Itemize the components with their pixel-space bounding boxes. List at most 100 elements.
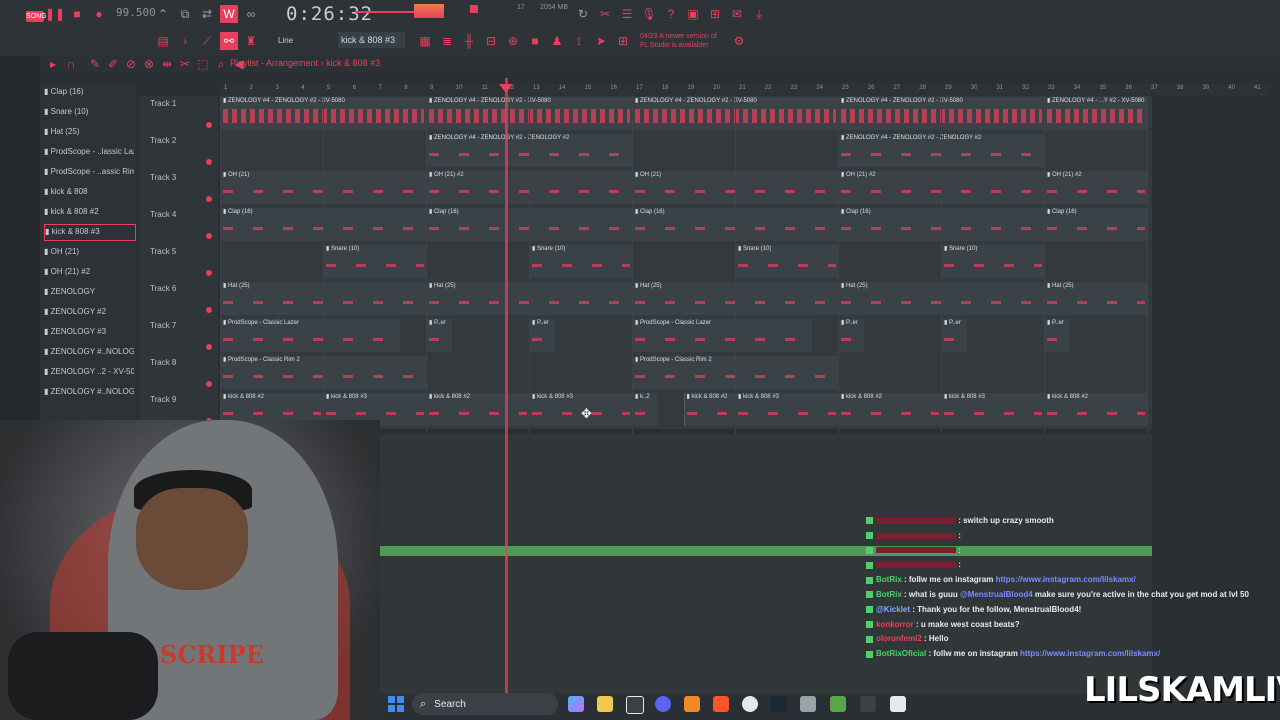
chat-username[interactable]: BotRix	[876, 590, 902, 599]
track-enable-led[interactable]	[206, 344, 212, 350]
mixer-icon[interactable]: ☰	[618, 5, 636, 23]
pattern-clip[interactable]: ▮ ProdScope - Classic Lazer	[632, 319, 813, 352]
chat-link[interactable]: @MenstrualBlood4	[960, 590, 1033, 599]
track-enable-led[interactable]	[206, 381, 212, 387]
picker-item[interactable]: ▮ ZENOLOGY #..NOLOGY #2	[44, 344, 134, 359]
delete-icon[interactable]: ⊘	[122, 55, 140, 73]
track-enable-led[interactable]	[206, 233, 212, 239]
picker-item[interactable]: ▮ kick & 808 #2	[44, 204, 134, 219]
track-enable-led[interactable]	[206, 270, 212, 276]
track-enable-led[interactable]	[206, 307, 212, 313]
pattern-clip[interactable]: ▮ kick & 808 #2	[426, 393, 529, 426]
chat-icon[interactable]: ✉	[728, 5, 746, 23]
fl-studio-icon[interactable]	[684, 696, 700, 712]
picker-item[interactable]: ▮ ProdScope - ..lassic Lazer	[44, 144, 134, 159]
snap-mode-label[interactable]: Line	[278, 36, 293, 45]
minecraft-icon[interactable]	[830, 696, 846, 712]
link-icon[interactable]: ⚯	[220, 32, 238, 50]
pattern-clip[interactable]: ▮ kick & 808 #2	[838, 393, 941, 426]
picker-item[interactable]: ▮ ZENOLOGY #..NOLOGY #3	[44, 384, 134, 399]
track-header[interactable]: Track 5	[140, 244, 218, 281]
file-explorer-icon[interactable]	[597, 696, 613, 712]
stamp-icon[interactable]: ♜	[242, 32, 260, 50]
chat-username[interactable]: BotRix	[876, 575, 902, 584]
pattern-clip[interactable]: ▮ ProdScope - Classic Lazer	[220, 319, 401, 352]
cut-icon[interactable]: ✂	[596, 5, 614, 23]
paint-icon[interactable]: ✐	[104, 55, 122, 73]
track-lane[interactable]: ▮ ProdScope - Classic Lazer ▮ P..er ▮ P..e…	[220, 318, 1152, 356]
track-lane[interactable]: ▮ OH (21) ▮ OH (21) #2 ▮ OH (21) ▮ OH (21) …	[220, 170, 1152, 208]
obs-icon[interactable]	[742, 696, 758, 712]
song-mode-button[interactable]: SONG	[26, 11, 47, 22]
playhead[interactable]	[505, 78, 508, 694]
pattern-clip[interactable]: ▮ OH (21) #2	[1044, 171, 1147, 204]
picker-item[interactable]: ▮ ZENOLOGY	[44, 284, 134, 299]
magnet-icon[interactable]: ∩	[62, 55, 80, 73]
chat-username[interactable]: olorunfemi2	[876, 634, 922, 643]
track-header[interactable]: Track 3	[140, 170, 218, 207]
chat-username[interactable]: konkorror	[876, 620, 914, 629]
track-header[interactable]: Track 8	[140, 355, 218, 392]
pattern-clip[interactable]: ▮ P..er	[1044, 319, 1070, 352]
pattern-clip[interactable]: ▮ Snare (10)	[323, 245, 426, 278]
plugin-icon[interactable]: ⊞	[706, 5, 724, 23]
metronome-icon[interactable]: ⌃	[154, 5, 172, 23]
mute-icon[interactable]: ⊗	[140, 55, 158, 73]
pencil-icon[interactable]: ✎	[86, 55, 104, 73]
playlist-icon[interactable]: ▤	[154, 32, 172, 50]
song-position-clock[interactable]: 0:26:32	[286, 3, 373, 25]
blend-icon[interactable]: ∞	[242, 5, 260, 23]
picker-item[interactable]: ▮ OH (21)	[44, 244, 134, 259]
picker-item[interactable]: ▮ OH (21) #2	[44, 264, 134, 279]
chat-link[interactable]: https://www.instagram.com/lilskamx/	[1020, 649, 1160, 658]
track-lane[interactable]: ▮ ZENOLOGY #4 - ZENOLOGY #2 - ZENOLOGY #…	[220, 133, 1152, 171]
pattern-clip[interactable]: ▮ P..er	[529, 319, 555, 352]
send-icon[interactable]: ➤	[592, 32, 610, 50]
loop-record-icon[interactable]: W	[220, 5, 238, 23]
steam-icon[interactable]	[771, 696, 787, 712]
track-lane[interactable]: ▮ Hat (25) ▮ Hat (25) ▮ Hat (25) ▮ Hat (25)…	[220, 281, 1152, 319]
pattern-clip[interactable]: ▮ kick & 808 #3	[941, 393, 1044, 426]
plugin-db-icon[interactable]: ⊕	[504, 32, 522, 50]
slip-icon[interactable]: ⇹	[158, 55, 176, 73]
microphone-icon[interactable]: 🎙	[640, 5, 658, 23]
slice-icon[interactable]: ✂	[176, 55, 194, 73]
piano-roll-icon[interactable]: ▦	[416, 32, 434, 50]
arrow-icon[interactable]: ▸	[44, 55, 62, 73]
4k-icon[interactable]	[860, 696, 876, 712]
help-icon[interactable]: ?	[662, 5, 680, 23]
ruler-icon[interactable]: ⟟	[570, 32, 588, 50]
pattern-clip[interactable]: ▮ kick & 808 #2	[1044, 393, 1147, 426]
next-icon[interactable]: ›	[176, 32, 194, 50]
picker-item[interactable]: ▮ kick & 808	[44, 184, 134, 199]
copilot-icon[interactable]	[568, 696, 584, 712]
pattern-clip[interactable]: ▮ Clap (16)	[1044, 208, 1147, 241]
track-header[interactable]: Track 7	[140, 318, 218, 355]
tempo-display[interactable]: 99.500	[116, 6, 156, 19]
track-lane[interactable]: ▮ Snare (10) ▮ Snare (10) ▮ Snare (10) ▮ Sn…	[220, 244, 1152, 282]
pattern-clip[interactable]: ▮ P..er	[941, 319, 967, 352]
picker-item[interactable]: ▮ Clap (16)	[44, 84, 134, 99]
touch-icon[interactable]: ♟	[548, 32, 566, 50]
brave-icon[interactable]	[713, 696, 729, 712]
channel-rack-icon[interactable]: ≣	[438, 32, 456, 50]
snap-icon[interactable]: ⟋	[198, 32, 216, 50]
picker-item[interactable]: ▮ kick & 808 #3	[44, 224, 136, 241]
pattern-clip[interactable]: ▮ P..er	[838, 319, 864, 352]
pattern-clip[interactable]: ▮ kick & 808 #3	[735, 393, 838, 426]
track-header[interactable]: Track 1	[140, 96, 218, 133]
windows-start-icon[interactable]	[388, 696, 404, 712]
picker-item[interactable]: ▮ Hat (25)	[44, 124, 134, 139]
track-header[interactable]: Track 2	[140, 133, 218, 170]
track-lane[interactable]: ▮ ZENOLOGY #4 - ZENOLOGY #2 - XV-5080 ▮ Z…	[220, 96, 1152, 134]
master-volume-slider[interactable]	[355, 11, 415, 13]
capcut-icon[interactable]	[890, 696, 906, 712]
picker-item[interactable]: ▮ ProdScope - ..assic Rim 2	[44, 164, 134, 179]
save-icon[interactable]: ▣	[684, 5, 702, 23]
pattern-clip[interactable]: ▮ Snare (10)	[735, 245, 838, 278]
mixer-view-icon[interactable]: ╫	[460, 32, 478, 50]
undo-icon[interactable]: ↻	[574, 5, 592, 23]
picker-item[interactable]: ▮ ZENOLOGY ..2 - XV-5080	[44, 364, 134, 379]
playhead-marker[interactable]	[499, 84, 513, 93]
news-icon[interactable]: ⊞	[614, 32, 632, 50]
